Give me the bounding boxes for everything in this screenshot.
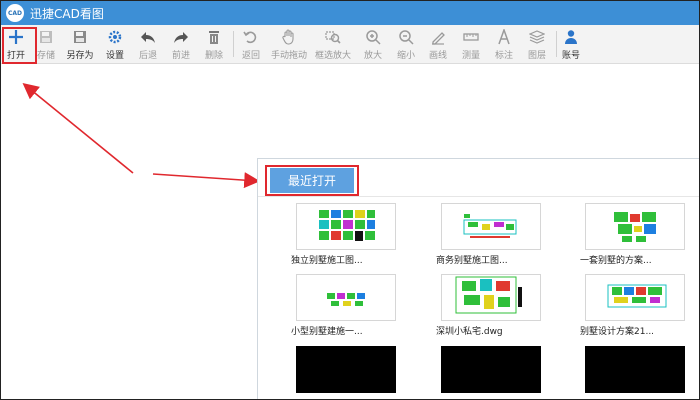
recent-file-item[interactable]: 小型别墅建施一... bbox=[291, 274, 411, 344]
file-name: 一套别墅的方案... bbox=[580, 256, 652, 266]
arrow-to-recent bbox=[152, 172, 261, 189]
cad-drawing-preview bbox=[463, 214, 517, 238]
file-thumbnail bbox=[441, 346, 541, 393]
cad-drawing-preview bbox=[319, 210, 375, 241]
recent-file-item[interactable] bbox=[291, 346, 411, 399]
file-thumbnail bbox=[441, 203, 541, 250]
file-thumbnail bbox=[296, 203, 396, 250]
recent-file-item[interactable] bbox=[436, 346, 556, 399]
cad-drawing-preview bbox=[455, 276, 522, 314]
recent-file-item[interactable]: 商务别墅施工图... bbox=[436, 203, 556, 273]
file-thumbnail bbox=[585, 203, 685, 250]
file-name: 商务别墅施工图... bbox=[436, 256, 508, 266]
app-window: CAD 迅捷CAD看图 打开 存储 另存为 设置 后退 前进 删除 返回 手动拖… bbox=[0, 0, 700, 400]
file-thumbnail bbox=[585, 274, 685, 321]
cad-drawing-preview bbox=[614, 212, 656, 242]
file-name: 小型别墅建施一... bbox=[291, 327, 363, 337]
arrow-to-open bbox=[22, 82, 134, 174]
file-thumbnail bbox=[296, 346, 396, 393]
file-name: 深圳小私宅.dwg bbox=[436, 327, 503, 337]
file-thumbnail bbox=[441, 274, 541, 321]
recent-file-item[interactable]: 独立别墅施工图... bbox=[291, 203, 411, 273]
file-name: 独立别墅施工图... bbox=[291, 256, 363, 266]
cad-drawing-preview bbox=[327, 293, 365, 306]
recent-highlight-box bbox=[265, 165, 359, 196]
recent-file-item[interactable] bbox=[580, 346, 699, 399]
recent-file-item[interactable]: 深圳小私宅.dwg bbox=[436, 274, 556, 344]
file-thumbnail bbox=[296, 274, 396, 321]
recent-file-item[interactable]: 一套别墅的方案... bbox=[580, 203, 699, 273]
file-thumbnail bbox=[585, 346, 685, 393]
recent-file-item[interactable]: 别墅设计方案21... bbox=[580, 274, 699, 344]
file-name: 别墅设计方案21... bbox=[580, 327, 655, 337]
cad-drawing-preview bbox=[607, 284, 667, 308]
